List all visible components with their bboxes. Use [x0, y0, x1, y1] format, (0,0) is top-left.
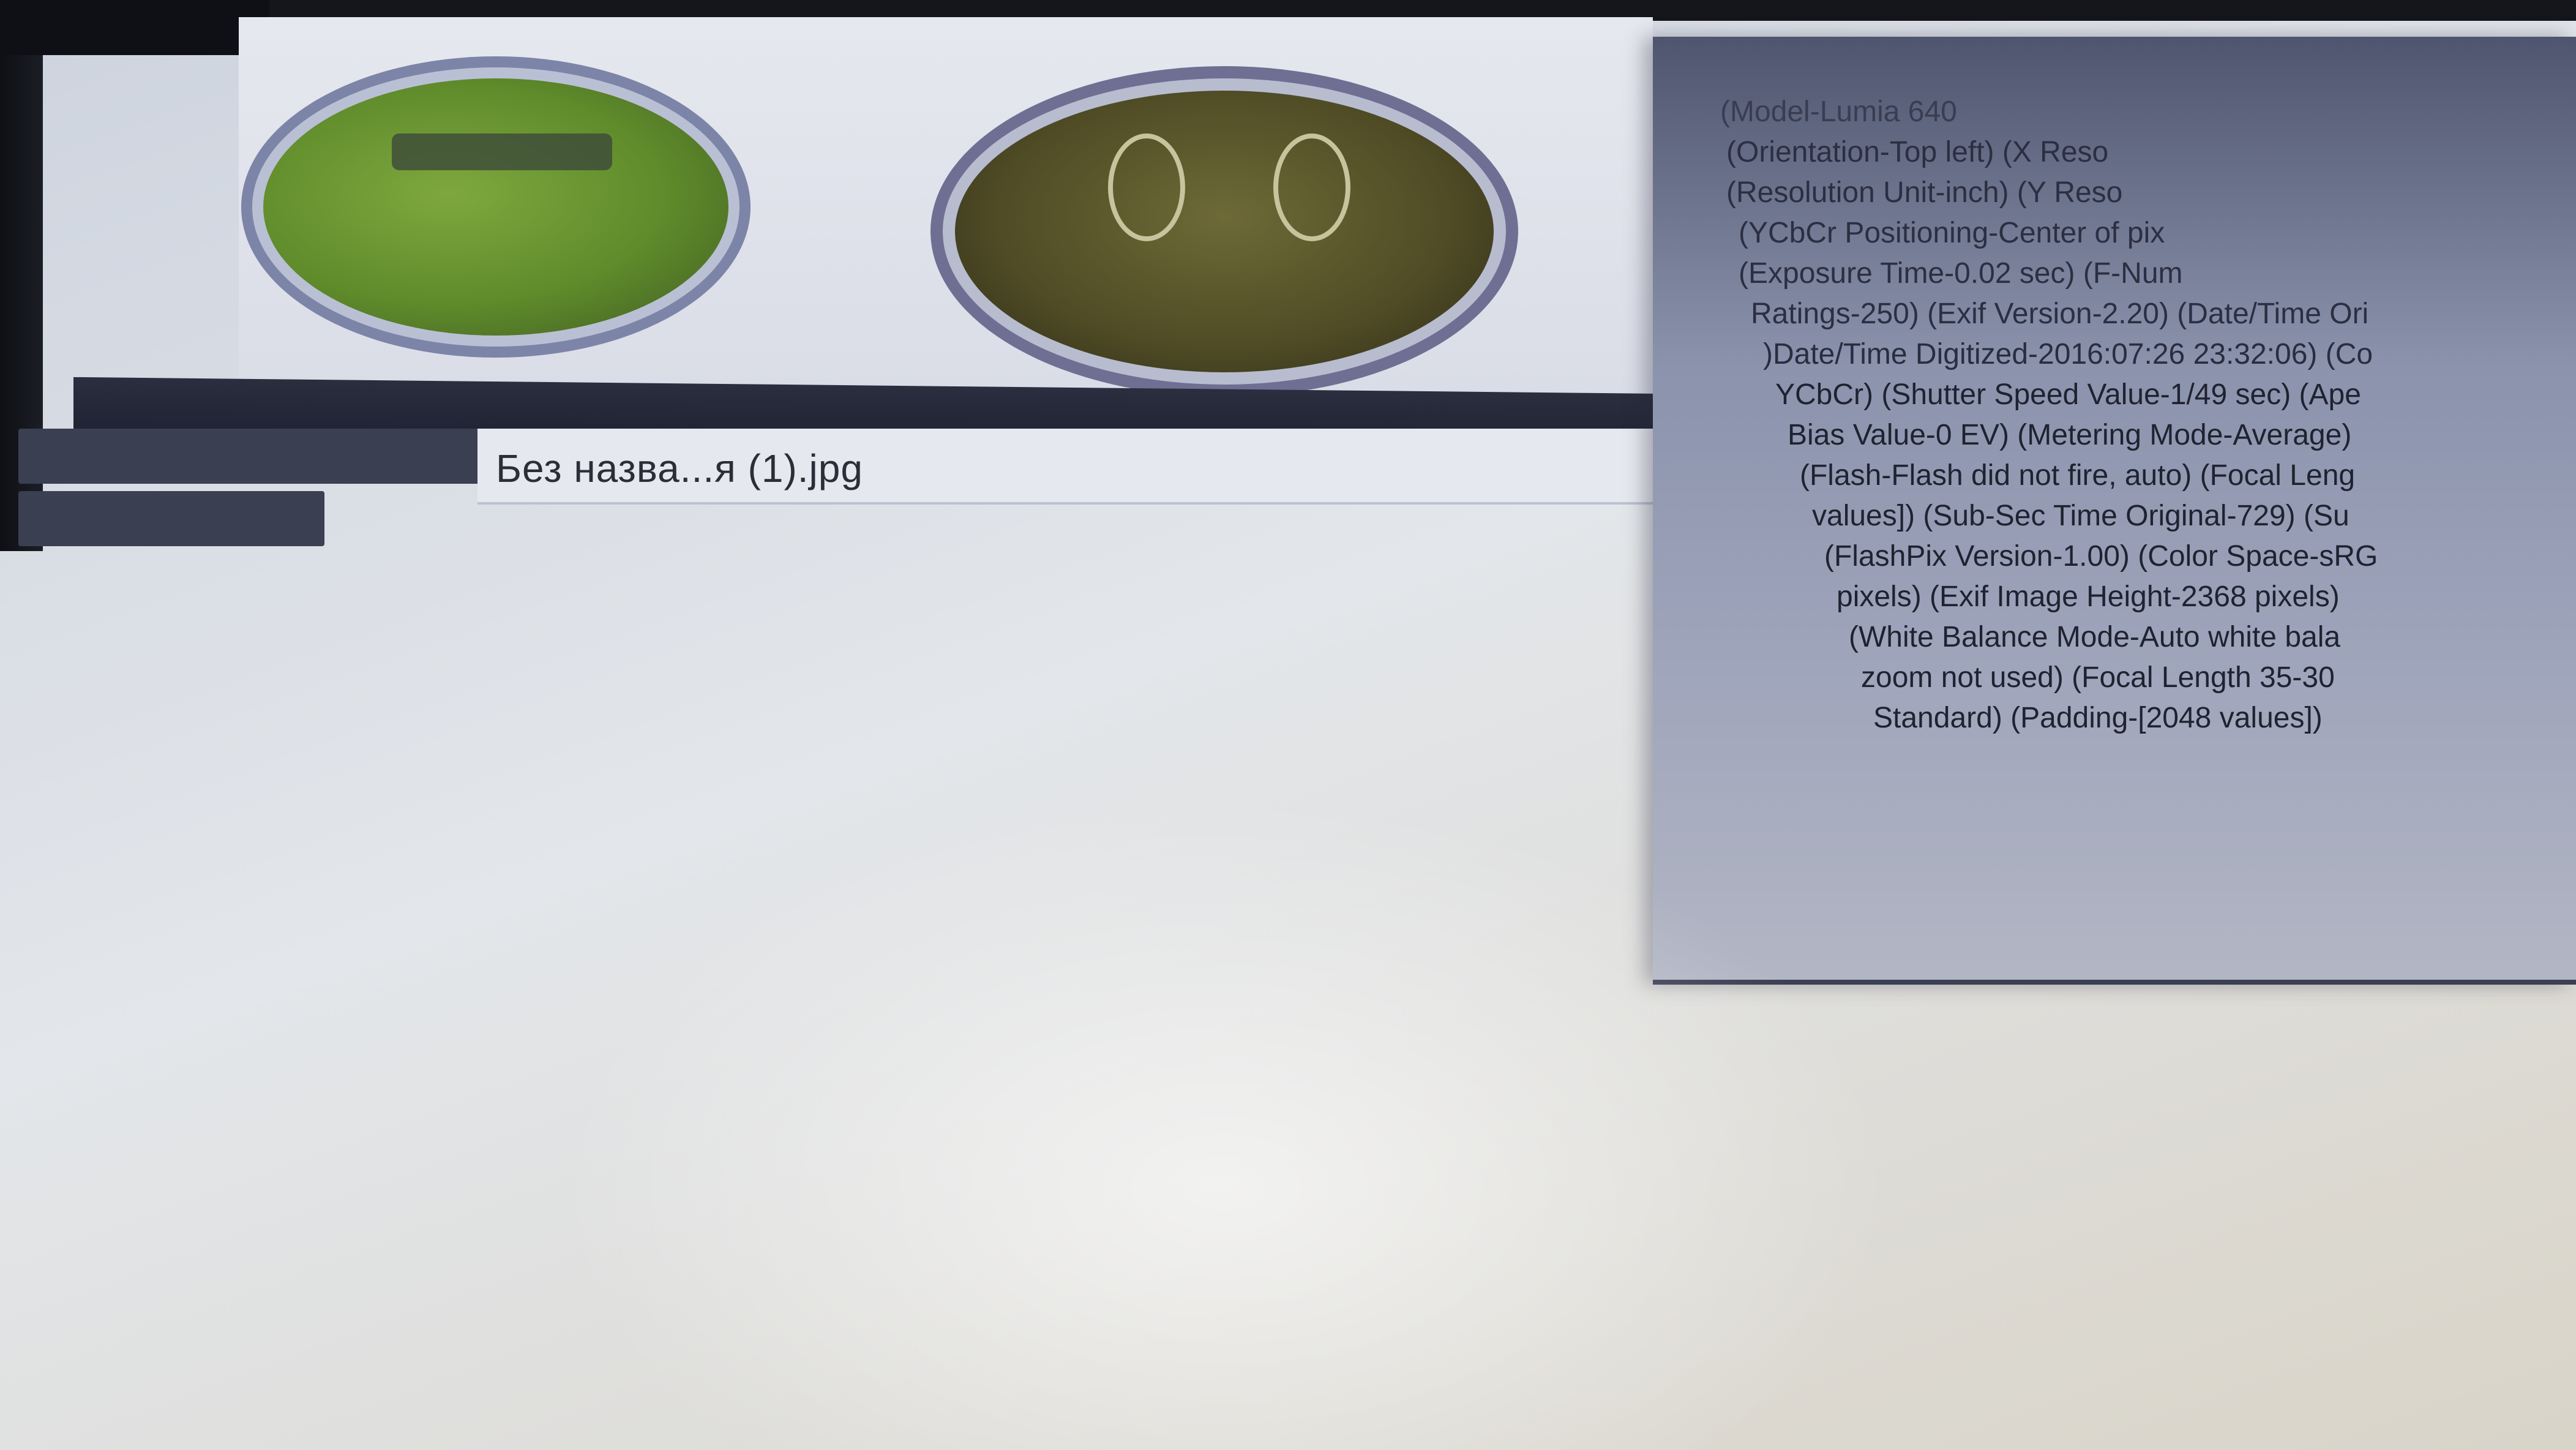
metadata-line: (Resolution Unit-inch) (Y Reso: [1726, 176, 2123, 209]
screen-bezel-corner: [0, 0, 269, 55]
side-list-item[interactable]: [18, 491, 324, 546]
file-tab-label: Без назва...я (1).jpg: [496, 446, 863, 490]
metadata-line: (Exposure Time-0.02 sec) (F-Num: [1739, 257, 2183, 290]
image-thumbnail[interactable]: [263, 78, 728, 336]
metadata-line: Ratings-250) (Exif Version-2.20) (Date/T…: [1751, 298, 2369, 330]
metadata-line: )Date/Time Digitized-2016:07:26 23:32:06…: [1763, 338, 2373, 370]
thumbnail-detail: [1273, 133, 1350, 241]
side-list-item[interactable]: [18, 429, 484, 484]
thumbnail-label: [392, 133, 612, 170]
metadata-line: (White Balance Mode-Auto white bala: [1849, 621, 2341, 653]
metadata-line: pixels) (Exif Image Height-2368 pixels): [1837, 580, 2340, 613]
metadata-line: (Flash-Flash did not fire, auto) (Focal …: [1800, 459, 2356, 492]
image-thumbnail[interactable]: [955, 91, 1494, 372]
metadata-line: Bias Value-0 EV) (Metering Mode-Average): [1788, 419, 2352, 451]
file-tab[interactable]: Без назва...я (1).jpg: [477, 429, 1690, 505]
metadata-line: Standard) (Padding-[2048 values]): [1873, 702, 2323, 734]
thumbnail-strip: [239, 17, 1653, 425]
metadata-line: (FlashPix Version-1.00) (Color Space-sRG: [1824, 540, 2378, 573]
metadata-line: (Model-Lumia 640: [1720, 96, 1957, 128]
metadata-text: (Model-Lumia 640 (Orientation-Top left) …: [1653, 92, 2576, 738]
metadata-line: zoom not used) (Focal Length 35-30: [1861, 661, 2335, 694]
metadata-line: (YCbCr Positioning-Center of pix: [1739, 217, 2165, 249]
metadata-line: values]) (Sub-Sec Time Original-729) (Su: [1812, 500, 2349, 532]
metadata-line: (Orientation-Top left) (X Reso: [1726, 136, 2109, 168]
side-list: [18, 429, 484, 554]
metadata-line: YCbCr) (Shutter Speed Value-1/49 sec) (A…: [1775, 378, 2361, 411]
thumbnail-detail: [1108, 133, 1185, 241]
metadata-panel: (Model-Lumia 640 (Orientation-Top left) …: [1653, 37, 2576, 985]
